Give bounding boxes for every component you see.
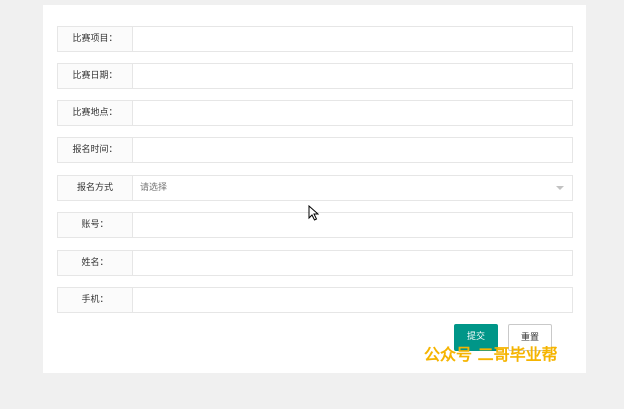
signup-method-label: 报名方式 [57, 175, 132, 201]
form-row-signup-method: 报名方式 请选择 [57, 175, 573, 201]
match-location-input[interactable] [132, 100, 573, 126]
chevron-down-icon [556, 186, 564, 190]
name-input[interactable] [132, 250, 573, 276]
watermark-text: 公众号 二哥毕业帮 [424, 345, 558, 364]
form-row-match-item: 比赛项目： [57, 26, 573, 52]
phone-input[interactable] [132, 287, 573, 313]
match-date-input[interactable] [132, 63, 573, 89]
mouse-pointer-icon [308, 205, 319, 221]
phone-label: 手机： [57, 287, 132, 313]
name-label: 姓名： [57, 250, 132, 276]
account-input[interactable] [132, 212, 573, 238]
signup-time-label: 报名时间： [57, 137, 132, 163]
signup-method-select[interactable]: 请选择 [132, 175, 573, 201]
form-panel: 比赛项目： 比赛日期： 比赛地点： 报名时间： 报名方式 请选择 账号： 姓名：… [43, 5, 586, 373]
signup-method-selected-value: 请选择 [140, 183, 168, 193]
form-row-signup-time: 报名时间： [57, 137, 573, 163]
signup-time-input[interactable] [132, 137, 573, 163]
form-row-match-location: 比赛地点： [57, 100, 573, 126]
match-location-label: 比赛地点： [57, 100, 132, 126]
form-row-name: 姓名： [57, 250, 573, 276]
form-row-match-date: 比赛日期： [57, 63, 573, 89]
form-row-phone: 手机： [57, 287, 573, 313]
match-item-input[interactable] [132, 26, 573, 52]
account-label: 账号： [57, 212, 132, 238]
match-item-label: 比赛项目： [57, 26, 132, 52]
match-date-label: 比赛日期： [57, 63, 132, 89]
